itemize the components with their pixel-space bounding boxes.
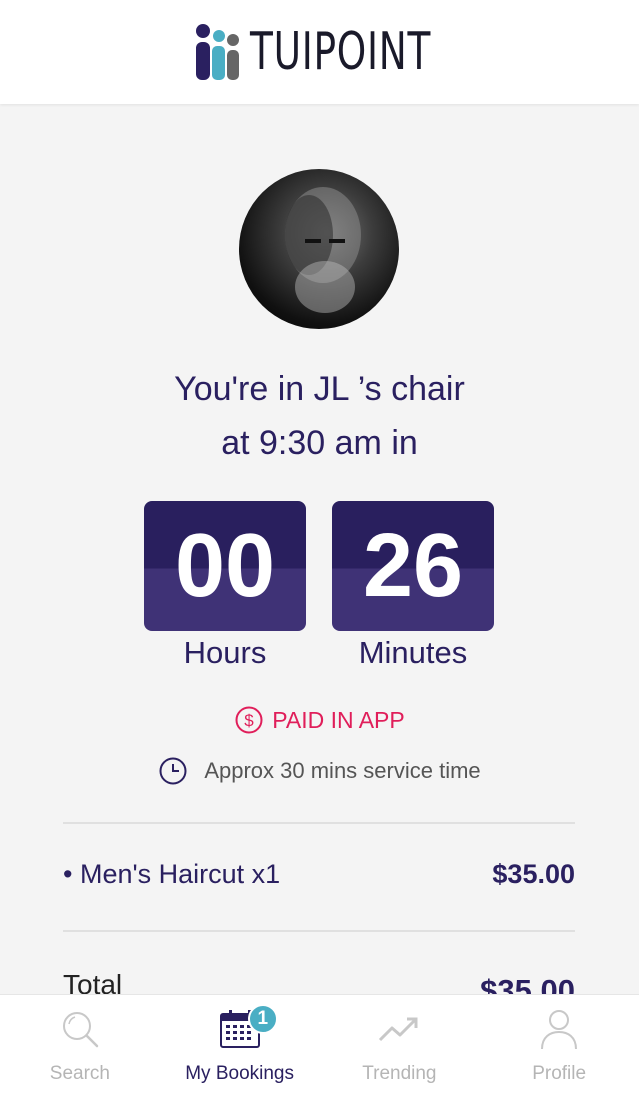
minutes-tile: 26 — [332, 501, 494, 631]
divider — [63, 822, 575, 824]
nav-trending[interactable]: Trending — [320, 995, 480, 1101]
bottom-navigation: Search 1 My Bookings Trending Profile — [0, 994, 639, 1101]
trending-icon — [379, 1017, 418, 1042]
total-row: Total $35.00 — [63, 969, 575, 994]
booking-headline: You're in JL ’s chair at 9:30 am in — [0, 362, 639, 470]
minutes-label: Minutes — [358, 635, 468, 670]
service-time-text: Approx 30 mins service time — [204, 758, 481, 783]
brand-logo: TUIPOINT — [194, 22, 445, 82]
search-icon — [62, 1012, 99, 1048]
countdown-timer: 00 26 — [144, 501, 494, 631]
nav-search[interactable]: Search — [0, 995, 160, 1101]
divider — [63, 930, 575, 932]
app-screen: TUIPOINT You're in JL ’s chair at 9:30 a… — [0, 0, 639, 1101]
line-item: • Men's Haircut x1 $35.00 — [63, 859, 575, 899]
avatar-portrait-icon — [285, 187, 361, 313]
booking-details: You're in JL ’s chair at 9:30 am in 00 2… — [0, 104, 639, 994]
nav-profile-label: Profile — [532, 1063, 587, 1084]
user-icon — [541, 1010, 578, 1050]
nav-profile[interactable]: Profile — [479, 995, 639, 1101]
nav-my-bookings[interactable]: 1 My Bookings — [160, 995, 320, 1101]
nav-trending-label: Trending — [362, 1063, 437, 1084]
brand-name: TUIPOINT — [250, 22, 432, 82]
svg-text:$: $ — [245, 711, 255, 730]
hours-tile: 00 — [144, 501, 306, 631]
headline-line-2: at 9:30 am in — [221, 424, 418, 462]
headline-line-1: You're in JL ’s chair — [174, 370, 465, 408]
service-time: Approx 30 mins service time — [0, 756, 639, 786]
bookings-count-badge: 1 — [247, 1004, 278, 1034]
payment-status: $ PAID IN APP — [0, 705, 639, 735]
dollar-circle-icon: $ — [235, 706, 263, 734]
line-item-price: $35.00 — [492, 859, 575, 889]
nav-search-label: Search — [49, 1063, 110, 1084]
total-value: $35.00 — [480, 973, 575, 994]
line-item-name: • Men's Haircut x1 — [63, 859, 281, 889]
app-header: TUIPOINT — [0, 0, 639, 104]
payment-status-text: PAID IN APP — [272, 706, 405, 733]
barber-avatar — [239, 169, 399, 329]
total-label: Total — [63, 969, 123, 994]
clock-icon — [159, 757, 187, 785]
people-logo-icon — [196, 24, 239, 80]
nav-my-bookings-label: My Bookings — [185, 1063, 295, 1084]
hours-label: Hours — [183, 635, 267, 670]
